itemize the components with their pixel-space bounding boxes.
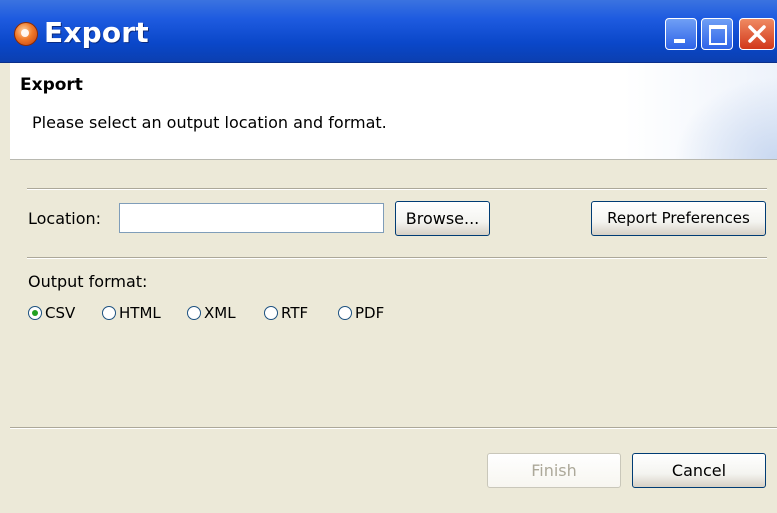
bottom-separator xyxy=(10,427,777,429)
radio-xml[interactable]: XML xyxy=(187,302,236,324)
radio-csv[interactable]: CSV xyxy=(28,302,75,324)
radio-label: XML xyxy=(204,304,236,322)
close-icon xyxy=(748,25,766,43)
header-decoration xyxy=(657,63,777,159)
output-format-label: Output format: xyxy=(28,272,148,291)
dialog-left-edge xyxy=(0,63,10,513)
location-input[interactable] xyxy=(119,203,384,233)
browse-button[interactable]: Browse... xyxy=(395,201,490,236)
report-preferences-button[interactable]: Report Preferences xyxy=(591,201,766,236)
radio-button-checked[interactable] xyxy=(28,306,42,320)
title-bar[interactable]: Export xyxy=(0,0,777,63)
radio-button[interactable] xyxy=(338,306,352,320)
cancel-button[interactable]: Cancel xyxy=(632,453,766,488)
close-button[interactable] xyxy=(739,18,775,50)
header-description: Please select an output location and for… xyxy=(32,113,387,132)
finish-button[interactable]: Finish xyxy=(487,453,621,488)
header-title: Export xyxy=(20,75,83,95)
middle-separator xyxy=(27,257,767,259)
app-icon xyxy=(14,22,38,46)
radio-label: PDF xyxy=(355,304,385,322)
export-dialog: Export Export Please select an output lo… xyxy=(0,0,777,513)
radio-label: HTML xyxy=(119,304,161,322)
window-title: Export xyxy=(44,16,149,49)
radio-pdf[interactable]: PDF xyxy=(338,302,384,324)
radio-label: CSV xyxy=(45,304,76,322)
radio-rtf[interactable]: RTF xyxy=(264,302,308,324)
radio-button[interactable] xyxy=(102,306,116,320)
radio-html[interactable]: HTML xyxy=(102,302,161,324)
location-label: Location: xyxy=(28,209,102,228)
maximize-button[interactable] xyxy=(701,18,733,50)
radio-label: RTF xyxy=(281,304,309,322)
minimize-button[interactable] xyxy=(665,18,697,50)
wizard-header: Export Please select an output location … xyxy=(10,63,777,160)
radio-button[interactable] xyxy=(264,306,278,320)
top-separator xyxy=(27,188,767,190)
radio-button[interactable] xyxy=(187,306,201,320)
